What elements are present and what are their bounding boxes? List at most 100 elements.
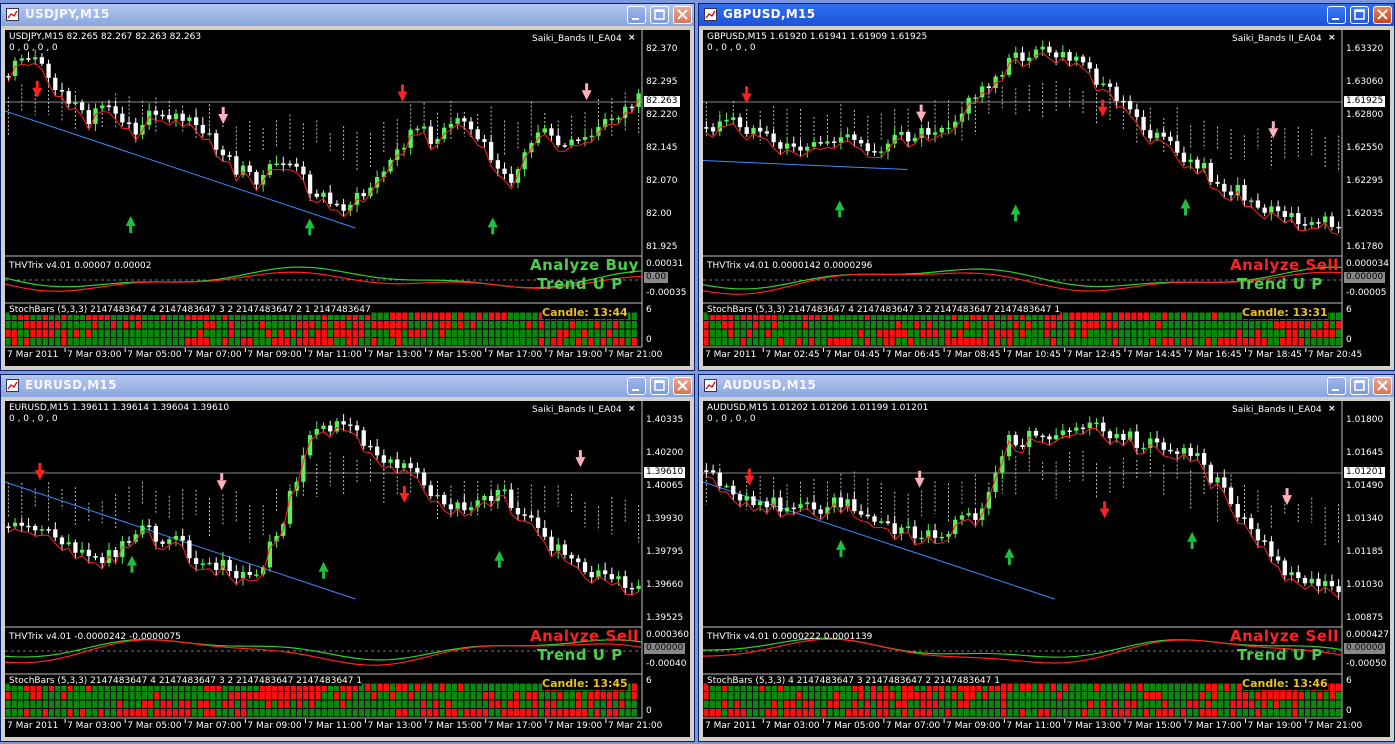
candle-timer-label: Candle: 13:46 [1242, 677, 1328, 690]
stoch-cell [303, 329, 309, 337]
stoch-cell [445, 329, 451, 337]
stoch-cell [1013, 329, 1019, 337]
stoch-cell [582, 700, 588, 708]
stoch-cell [852, 329, 858, 337]
candle-body [1047, 46, 1052, 53]
stoch-cell [259, 329, 265, 337]
close-button[interactable] [673, 6, 692, 24]
stoch-cell [1063, 321, 1069, 329]
stoch-cell [625, 709, 631, 717]
stoch-cell [1224, 329, 1230, 337]
stoch-cell [1205, 692, 1211, 700]
stoch-cell [148, 709, 154, 717]
stoch-cell [1280, 329, 1286, 337]
stoch-cell [55, 338, 61, 346]
stoch-cell [1311, 709, 1317, 717]
arrow-stem [838, 210, 842, 218]
stoch-cell [1255, 329, 1261, 337]
stoch-cell [439, 329, 445, 337]
stoch-cell [600, 709, 606, 717]
stoch-cell [569, 709, 575, 717]
stoch-cell [926, 692, 932, 700]
minimize-button[interactable] [627, 377, 646, 395]
stoch-cell [110, 700, 117, 708]
stoch-cell [1149, 709, 1156, 717]
maximize-button[interactable] [1350, 377, 1369, 395]
minimize-button[interactable] [627, 6, 646, 24]
stoch-cell [334, 700, 340, 708]
stoch-cell [1224, 692, 1230, 700]
time-axis-label: 7 Mar 17:00 [487, 350, 543, 360]
stoch-cell [746, 709, 753, 717]
stoch-cell [383, 338, 389, 346]
chart-area[interactable]: GBPUSD,M15 1.61920 1.61941 1.61909 1.619… [703, 30, 1390, 366]
stoch-cell [1174, 700, 1180, 708]
maximize-button[interactable] [650, 377, 669, 395]
candle-body [1262, 540, 1267, 542]
stoch-cell [73, 709, 79, 717]
close-button[interactable] [1373, 6, 1392, 24]
ea-remove-button[interactable]: × [1328, 33, 1336, 43]
stoch-cell [914, 321, 920, 329]
window-titlebar[interactable]: GBPUSD,M15 [699, 4, 1394, 26]
candle-body [1020, 52, 1025, 61]
chart-area[interactable]: USDJPY,M15 82.265 82.267 82.263 82.263 0 … [5, 30, 690, 366]
stoch-cell [470, 312, 476, 320]
ea-remove-button[interactable]: × [1328, 404, 1336, 414]
chart-window-audusd[interactable]: AUDUSD,M15 AUDUSD,M15 1.01202 1.01206 1.… [698, 374, 1395, 742]
stoch-cell [414, 329, 420, 337]
ea-remove-button[interactable]: × [628, 33, 636, 43]
stoch-cell [994, 709, 1001, 717]
stoch-cell [48, 321, 55, 329]
chart-area[interactable]: EURUSD,M15 1.39611 1.39614 1.39604 1.396… [5, 401, 690, 737]
stoch-cell [759, 709, 765, 717]
window-titlebar[interactable]: USDJPY,M15 [1, 4, 694, 26]
maximize-button[interactable] [1350, 6, 1369, 24]
stoch-cell [1149, 321, 1156, 329]
stoch-cell [482, 338, 489, 346]
chart-window-usdjpy[interactable]: USDJPY,M15 USDJPY,M15 82.265 82.267 82.2… [0, 3, 695, 371]
stoch-cell [507, 312, 513, 320]
candle-body [86, 110, 91, 124]
minimize-button[interactable] [1327, 6, 1346, 24]
candle-body [1275, 206, 1281, 212]
ea-remove-button[interactable]: × [628, 404, 636, 414]
maximize-button[interactable] [650, 6, 669, 24]
stoch-cell [1106, 329, 1112, 337]
stoch-cell [321, 700, 327, 708]
stoch-cell [117, 700, 123, 708]
minimize-icon [632, 389, 639, 391]
arrow-stem [402, 486, 406, 494]
stoch-scale-bottom: 0 [646, 335, 652, 345]
arrow-stem [585, 83, 589, 91]
stoch-cell [179, 338, 185, 346]
stoch-cell [303, 692, 309, 700]
stoch-cell [1069, 312, 1075, 320]
trend-label: Trend U P [537, 275, 623, 293]
candle-body [1181, 447, 1187, 454]
time-axis-label: 7 Mar 05:00 [825, 721, 880, 731]
close-button[interactable] [673, 377, 692, 395]
chart-window-gbpusd[interactable]: GBPUSD,M15 GBPUSD,M15 1.61920 1.61941 1.… [698, 3, 1395, 371]
stoch-cell [265, 692, 272, 700]
chart-window-eurusd[interactable]: EURUSD,M15 EURUSD,M15 1.39611 1.39614 1.… [0, 374, 695, 742]
stoch-cell [92, 700, 98, 708]
minimize-button[interactable] [1327, 377, 1346, 395]
time-axis-label: 7 Mar 09:00 [247, 350, 302, 360]
indicator-value-tag: 0.00000 [1344, 272, 1386, 283]
window-titlebar[interactable]: AUDUSD,M15 [699, 375, 1394, 397]
window-titlebar[interactable]: EURUSD,M15 [1, 375, 694, 397]
time-axis-label: 7 Mar 03:00 [765, 721, 820, 731]
stoch-cell [1032, 321, 1038, 329]
candle-body [549, 536, 554, 551]
stoch-cell [1100, 683, 1106, 691]
close-button[interactable] [1373, 377, 1392, 395]
stoch-cell [827, 692, 833, 700]
candle-body [361, 430, 366, 446]
stoch-cell [210, 700, 216, 708]
chart-window-icon [704, 379, 717, 392]
candle-body [321, 192, 326, 197]
candle-body [106, 105, 112, 108]
chart-area[interactable]: AUDUSD,M15 1.01202 1.01206 1.01199 1.012… [703, 401, 1390, 737]
candle-body [1249, 200, 1254, 202]
